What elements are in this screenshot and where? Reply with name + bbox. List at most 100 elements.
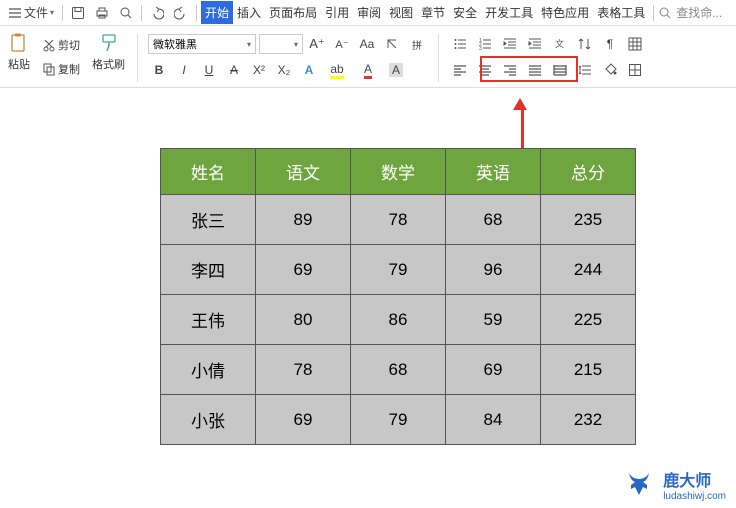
ribbon-tab[interactable]: 表格工具 xyxy=(593,1,649,24)
table-cell[interactable]: 225 xyxy=(541,295,636,345)
table-header-cell[interactable]: 英语 xyxy=(446,149,541,195)
sort-icon xyxy=(578,37,592,51)
font-size-select[interactable]: ▾ xyxy=(259,34,303,54)
table-cell[interactable]: 232 xyxy=(541,395,636,445)
text-direction-button[interactable]: 文 xyxy=(549,33,571,55)
highlight-icon: ab xyxy=(330,62,343,79)
undo-button[interactable] xyxy=(146,2,168,24)
decrease-indent-button[interactable] xyxy=(499,33,521,55)
table-cell[interactable]: 78 xyxy=(256,345,351,395)
table-row[interactable]: 小张697984232 xyxy=(161,395,636,445)
format-painter-icon xyxy=(98,32,120,54)
table-header-cell[interactable]: 姓名 xyxy=(161,149,256,195)
ribbon-tab[interactable]: 特色应用 xyxy=(537,1,593,24)
cut-button[interactable]: 剪切 xyxy=(40,35,82,55)
char-shading-button[interactable]: A xyxy=(385,59,407,81)
font-name-select[interactable]: 微软雅黑▾ xyxy=(148,34,256,54)
phonetic-button[interactable]: 拼 xyxy=(406,33,428,55)
chevron-down-icon: ▾ xyxy=(294,40,298,49)
table-cell[interactable]: 235 xyxy=(541,195,636,245)
ribbon-tab[interactable]: 审阅 xyxy=(353,1,385,24)
table-header-cell[interactable]: 数学 xyxy=(351,149,446,195)
table-cell[interactable]: 79 xyxy=(351,245,446,295)
table-cell[interactable]: 79 xyxy=(351,395,446,445)
table-cell[interactable]: 69 xyxy=(256,395,351,445)
table-cell[interactable]: 78 xyxy=(351,195,446,245)
table-cell[interactable]: 244 xyxy=(541,245,636,295)
redo-button[interactable] xyxy=(170,2,192,24)
increase-font-button[interactable]: A⁺ xyxy=(306,33,328,55)
save-button[interactable] xyxy=(67,2,89,24)
table-cell[interactable]: 张三 xyxy=(161,195,256,245)
bullet-list-button[interactable] xyxy=(449,33,471,55)
ribbon-tab[interactable]: 安全 xyxy=(449,1,481,24)
change-case-button[interactable]: Aa xyxy=(356,33,378,55)
borders-button[interactable] xyxy=(624,59,646,81)
ribbon-tab[interactable]: 引用 xyxy=(321,1,353,24)
table-cell[interactable]: 59 xyxy=(446,295,541,345)
ribbon-tab[interactable]: 开发工具 xyxy=(481,1,537,24)
ribbon-tab[interactable]: 页面布局 xyxy=(265,1,321,24)
highlight-button[interactable]: ab xyxy=(323,59,351,81)
table-cell[interactable]: 王伟 xyxy=(161,295,256,345)
table-cell[interactable]: 69 xyxy=(256,245,351,295)
format-painter-button[interactable]: 格式刷 xyxy=(90,30,127,74)
copy-button[interactable]: 复制 xyxy=(40,59,82,79)
text-effects-button[interactable]: A xyxy=(298,59,320,81)
table-row[interactable]: 李四697996244 xyxy=(161,245,636,295)
underline-button[interactable]: U xyxy=(198,59,220,81)
font-color-button[interactable]: A xyxy=(354,59,382,81)
table-cell[interactable]: 96 xyxy=(446,245,541,295)
align-left-button[interactable] xyxy=(449,59,471,81)
show-marks-button[interactable]: ¶ xyxy=(599,33,621,55)
sort-button[interactable] xyxy=(574,33,596,55)
table-header-cell[interactable]: 语文 xyxy=(256,149,351,195)
clear-format-button[interactable] xyxy=(381,33,403,55)
strikethrough-button[interactable]: A xyxy=(223,59,245,81)
superscript-button[interactable]: X² xyxy=(248,59,270,81)
numbered-list-icon: 123 xyxy=(478,37,492,51)
watermark-brand: 鹿大师 xyxy=(663,467,726,491)
chevron-down-icon: ▾ xyxy=(247,40,251,49)
clear-format-icon xyxy=(385,37,399,51)
ribbon-tab[interactable]: 开始 xyxy=(201,1,233,24)
table-cell[interactable]: 86 xyxy=(351,295,446,345)
insert-table-button[interactable] xyxy=(624,33,646,55)
table-cell[interactable]: 69 xyxy=(446,345,541,395)
table-row[interactable]: 小倩786869215 xyxy=(161,345,636,395)
print-button[interactable] xyxy=(91,2,113,24)
numbered-list-button[interactable]: 123 xyxy=(474,33,496,55)
table-cell[interactable]: 小张 xyxy=(161,395,256,445)
ribbon-tabs: 开始插入页面布局引用审阅视图章节安全开发工具特色应用表格工具 xyxy=(201,1,649,24)
decrease-font-button[interactable]: A⁻ xyxy=(331,33,353,55)
file-menu[interactable]: 文件 ▾ xyxy=(4,2,58,23)
table-row[interactable]: 王伟808659225 xyxy=(161,295,636,345)
table-header-cell[interactable]: 总分 xyxy=(541,149,636,195)
table-row[interactable]: 张三897868235 xyxy=(161,195,636,245)
preview-button[interactable] xyxy=(115,2,137,24)
ribbon-tab[interactable]: 插入 xyxy=(233,1,265,24)
redo-icon xyxy=(174,6,188,20)
table-cell[interactable]: 89 xyxy=(256,195,351,245)
table-cell[interactable]: 68 xyxy=(446,195,541,245)
increase-indent-button[interactable] xyxy=(524,33,546,55)
command-search[interactable]: 查找命... xyxy=(658,4,722,21)
table-cell[interactable]: 80 xyxy=(256,295,351,345)
table-cell[interactable]: 84 xyxy=(446,395,541,445)
paste-button[interactable]: 粘贴 xyxy=(6,30,32,74)
shading-button[interactable] xyxy=(599,59,621,81)
bold-button[interactable]: B xyxy=(148,59,170,81)
undo-icon xyxy=(150,6,164,20)
text-direction-icon: 文 xyxy=(553,37,567,51)
ribbon-tab[interactable]: 章节 xyxy=(417,1,449,24)
grades-table[interactable]: 姓名语文数学英语总分 张三897868235李四697996244王伟80865… xyxy=(160,148,636,445)
table-cell[interactable]: 68 xyxy=(351,345,446,395)
subscript-button[interactable]: X₂ xyxy=(273,59,295,81)
borders-icon xyxy=(628,63,642,77)
table-cell[interactable]: 李四 xyxy=(161,245,256,295)
italic-button[interactable]: I xyxy=(173,59,195,81)
table-cell[interactable]: 小倩 xyxy=(161,345,256,395)
table-cell[interactable]: 215 xyxy=(541,345,636,395)
ribbon-tab[interactable]: 视图 xyxy=(385,1,417,24)
change-case-icon: Aa xyxy=(360,37,375,51)
